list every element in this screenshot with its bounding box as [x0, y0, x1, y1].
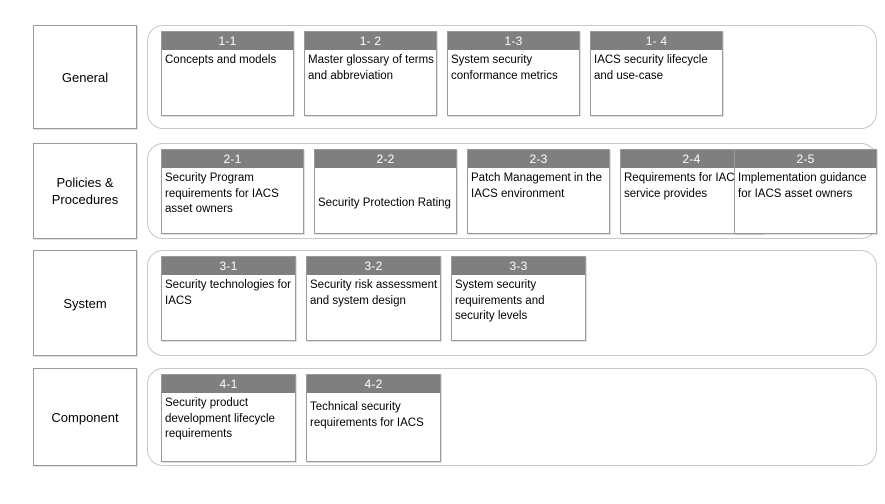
card-3-2[interactable]: 3-2 Security risk assessment and system … [306, 256, 441, 341]
card-number: 3-3 [452, 257, 585, 275]
diagram-row-general: General 1-1 Concepts and models 1- 2 Mas… [0, 25, 885, 129]
card-number: 1-3 [448, 32, 579, 50]
card-2-5[interactable]: 2-5 Implementation guidance for IACS ass… [734, 149, 877, 234]
card-list-component: 4-1 Security product development lifecyc… [161, 374, 871, 462]
card-text: Master glossary of terms and abbreviatio… [308, 54, 434, 82]
card-1-3[interactable]: 1-3 System security conformance metrics [447, 31, 580, 116]
card-number: 3-1 [162, 257, 295, 275]
group-container-general: 1-1 Concepts and models 1- 2 Master glos… [147, 25, 877, 129]
card-text: Security technologies for IACS [165, 279, 291, 307]
card-number: 2-5 [735, 150, 876, 168]
card-1-4[interactable]: 1- 4 IACS security lifecycle and use-cas… [590, 31, 723, 116]
card-text: Concepts and models [165, 54, 277, 66]
category-label: Policies & Procedures [51, 175, 119, 207]
card-2-2[interactable]: 2-2 Security Protection Rating [314, 149, 457, 234]
card-4-2[interactable]: 4-2 Technical security requirements for … [306, 374, 441, 462]
card-text: Security product development lifecycle r… [165, 397, 275, 440]
card-text: Patch Management in the IACS environment [471, 172, 603, 200]
group-container-policies-procedures: 2-1 Security Program requirements for IA… [147, 143, 877, 239]
card-text: Security Protection Rating [318, 197, 451, 210]
card-1-1[interactable]: 1-1 Concepts and models [161, 31, 294, 116]
standards-framework-diagram: General 1-1 Concepts and models 1- 2 Mas… [0, 0, 885, 504]
card-number: 4-2 [307, 375, 440, 393]
card-2-1[interactable]: 2-1 Security Program requirements for IA… [161, 149, 304, 234]
group-container-system: 3-1 Security technologies for IACS 3-2 S… [147, 250, 877, 356]
card-4-1[interactable]: 4-1 Security product development lifecyc… [161, 374, 296, 462]
card-1-2[interactable]: 1- 2 Master glossary of terms and abbrev… [304, 31, 437, 116]
card-text: Implementation guidance for IACS asset o… [738, 172, 867, 200]
card-2-3[interactable]: 2-3 Patch Management in the IACS environ… [467, 149, 610, 234]
card-list-general: 1-1 Concepts and models 1- 2 Master glos… [161, 31, 871, 123]
card-text: IACS security lifecycle and use-case [594, 54, 708, 82]
category-box-general[interactable]: General [33, 25, 137, 129]
card-list-system: 3-1 Security technologies for IACS 3-2 S… [161, 256, 871, 350]
card-text: Technical security requirements for IACS [310, 401, 424, 429]
card-number: 1- 2 [305, 32, 436, 50]
card-number: 2-3 [468, 150, 609, 168]
category-box-policies-procedures[interactable]: Policies & Procedures [33, 143, 137, 239]
card-text: System security conformance metrics [451, 54, 558, 82]
card-3-1[interactable]: 3-1 Security technologies for IACS [161, 256, 296, 341]
card-number: 1-1 [162, 32, 293, 50]
category-label: General [61, 69, 109, 85]
card-text: System security requirements and securit… [455, 279, 545, 322]
card-number: 2-2 [315, 150, 456, 168]
card-number: 2-1 [162, 150, 303, 168]
category-label: Component [51, 409, 119, 425]
card-text: Security risk assessment and system desi… [310, 279, 438, 307]
card-list-policies-procedures: 2-1 Security Program requirements for IA… [161, 149, 877, 234]
group-container-component: 4-1 Security product development lifecyc… [147, 368, 877, 466]
card-number: 3-2 [307, 257, 440, 275]
card-text: Security Program requirements for IACS a… [165, 172, 279, 215]
card-number: 4-1 [162, 375, 295, 393]
card-number: 1- 4 [591, 32, 722, 50]
category-box-system[interactable]: System [33, 250, 137, 356]
diagram-row-system: System 3-1 Security technologies for IAC… [0, 250, 885, 356]
category-box-component[interactable]: Component [33, 368, 137, 466]
card-3-3[interactable]: 3-3 System security requirements and sec… [451, 256, 586, 341]
diagram-row-policies-procedures: Policies & Procedures 2-1 Security Progr… [0, 143, 885, 239]
diagram-row-component: Component 4-1 Security product developme… [0, 368, 885, 466]
category-label: System [63, 295, 107, 311]
